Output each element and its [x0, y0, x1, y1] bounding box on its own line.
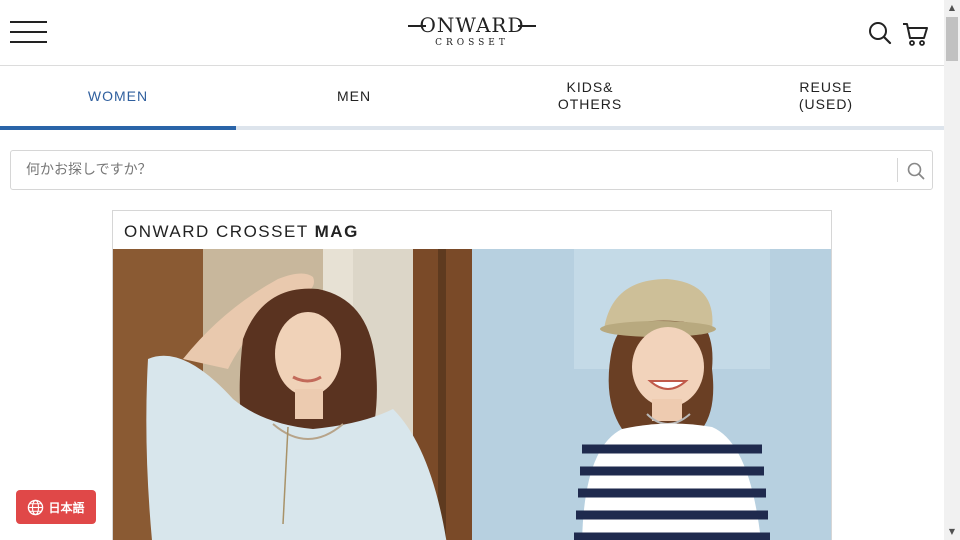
language-label: 日本語: [48, 500, 85, 515]
tab-reuse-used[interactable]: REUSE (USED): [708, 66, 944, 130]
search-input[interactable]: [11, 151, 897, 189]
scroll-thumb[interactable]: [946, 17, 958, 61]
globe-icon: [28, 499, 44, 515]
magazine-title-bold: MAG: [314, 222, 359, 241]
magazine-title-regular: ONWARD CROSSET: [124, 222, 315, 241]
vertical-scrollbar[interactable]: ▲ ▼: [944, 0, 960, 540]
search-icon[interactable]: [867, 20, 893, 46]
magazine-title: ONWARD CROSSET MAG: [113, 211, 831, 249]
page: ONWARD CROSSET WOMEN MEN KIDS& OTHERS RE…: [0, 0, 960, 540]
logo-sub-text: CROSSET: [435, 38, 509, 48]
search-bar: [10, 150, 933, 190]
hamburger-menu-icon[interactable]: [10, 21, 47, 43]
search-divider: [897, 158, 898, 182]
magazine-photo-left[interactable]: [113, 249, 472, 540]
magazine-photo-right[interactable]: [472, 249, 831, 540]
site-header: ONWARD CROSSET: [0, 0, 944, 66]
scroll-down-arrow-icon[interactable]: ▼: [944, 524, 960, 540]
logo-main-text: ONWARD: [400, 13, 544, 37]
tab-men[interactable]: MEN: [236, 66, 472, 130]
category-tabs: WOMEN MEN KIDS& OTHERS REUSE (USED): [0, 66, 944, 130]
tab-women[interactable]: WOMEN: [0, 66, 236, 130]
site-logo[interactable]: ONWARD CROSSET: [400, 13, 544, 53]
language-button[interactable]: 日本語: [16, 490, 96, 524]
search-submit-icon[interactable]: [904, 159, 928, 183]
cart-icon[interactable]: [901, 20, 928, 46]
scroll-up-arrow-icon[interactable]: ▲: [944, 0, 960, 16]
tab-kids-others[interactable]: KIDS& OTHERS: [472, 66, 708, 130]
magazine-banner[interactable]: ONWARD CROSSET MAG: [112, 210, 832, 540]
